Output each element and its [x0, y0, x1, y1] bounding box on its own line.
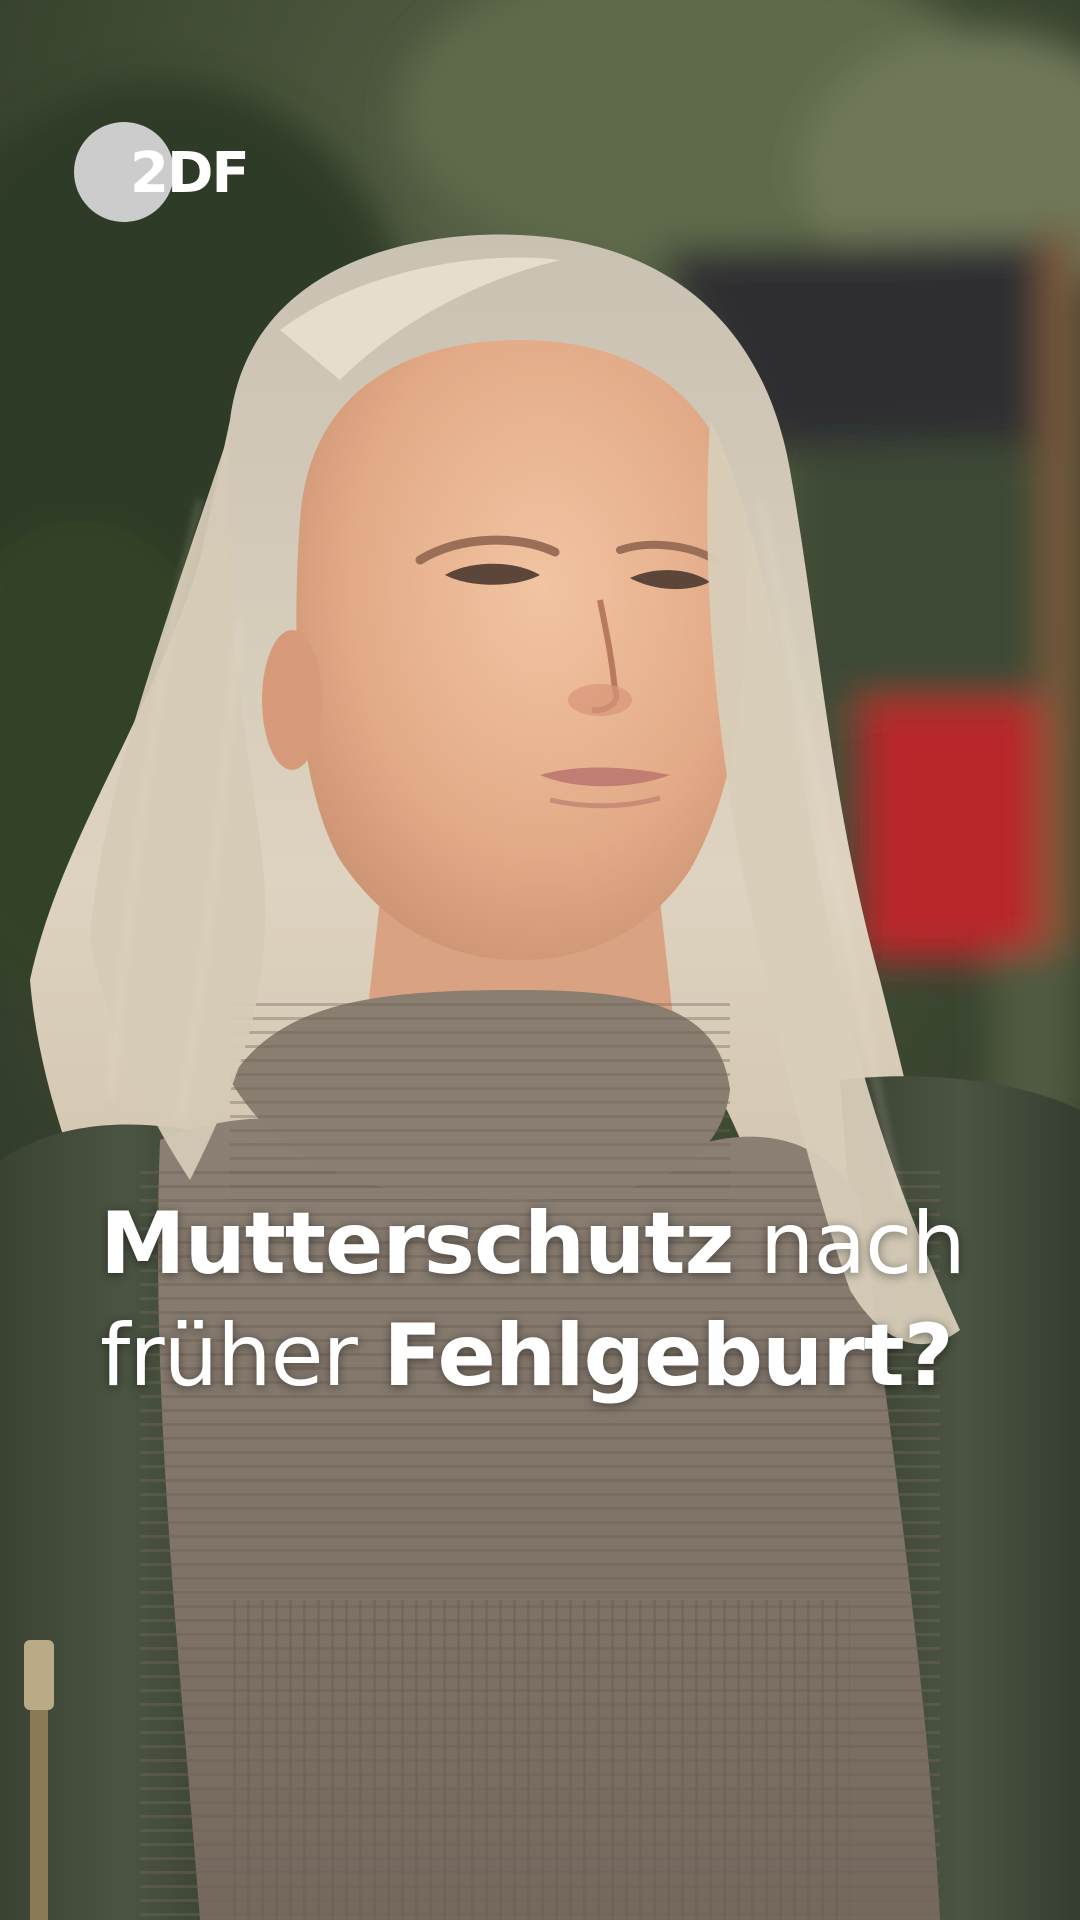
caption-line-2-bold: Fehlgeburt? [383, 1306, 953, 1406]
caption: Mutterschutz nach früher Fehlgeburt? [100, 1188, 1000, 1412]
caption-line-1: Mutterschutz nach [100, 1188, 1000, 1300]
video-frame: 2DF Mutterschutz nach früher Fehlgeburt? [0, 0, 1080, 1920]
logo-wordmark: 2DF [130, 141, 248, 206]
caption-line-2-regular: früher [100, 1306, 358, 1406]
caption-line-1-regular: nach [759, 1194, 966, 1294]
zdf-logo-icon: 2DF [74, 122, 250, 222]
caption-line-2: früher Fehlgeburt? [100, 1300, 1000, 1412]
caption-line-1-bold: Mutterschutz [100, 1194, 735, 1294]
scene-image [0, 0, 1080, 1920]
